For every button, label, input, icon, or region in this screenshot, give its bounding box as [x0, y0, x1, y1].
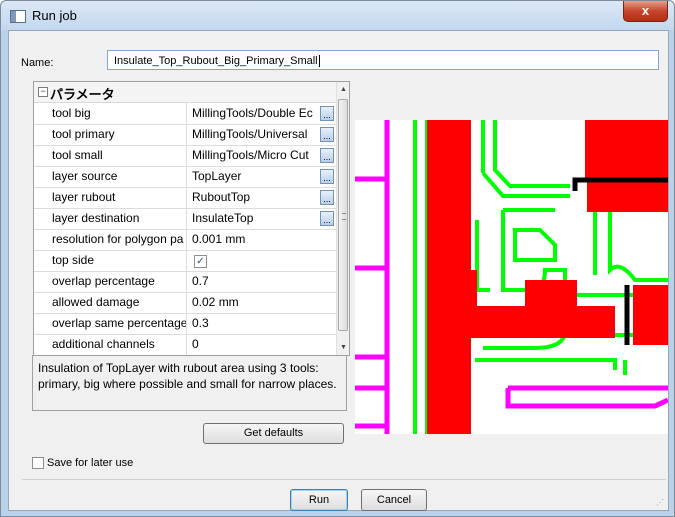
property-name: layer destination	[49, 208, 187, 229]
run-job-dialog: Run job x Name: Insulate_Top_Rubout_Big_…	[0, 0, 675, 517]
property-value-text: InsulateTop	[192, 211, 254, 225]
property-name: tool small	[49, 145, 187, 166]
property-value-text: 0	[192, 337, 199, 351]
property-value-text: RuboutTop	[192, 190, 251, 204]
property-grid: − パラメータ tool big MillingTools/Double Ec..…	[33, 81, 350, 356]
property-value-text: 0.001 mm	[192, 232, 246, 246]
scrollbar-thumb[interactable]	[338, 99, 348, 331]
property-row[interactable]: allowed damage 0.02 mm	[34, 292, 336, 314]
separator	[22, 479, 666, 480]
layer-preview	[355, 120, 668, 434]
property-value[interactable]: TopLayer...	[188, 166, 336, 187]
property-description: Insulation of TopLayer with rubout area …	[32, 355, 347, 411]
window-title: Run job	[32, 8, 77, 23]
property-group-label: パラメータ	[50, 87, 115, 102]
property-row[interactable]: overlap same percentage 0.3	[34, 313, 336, 335]
property-value-text: TopLayer	[192, 169, 242, 183]
property-row[interactable]: tool primary MillingTools/Universal...	[34, 124, 336, 146]
browse-button[interactable]: ...	[320, 127, 334, 142]
property-value-text: MillingTools/Double Ec	[192, 106, 313, 120]
cancel-button[interactable]: Cancel	[361, 489, 427, 511]
property-value[interactable]: RuboutTop...	[188, 187, 336, 208]
property-name: allowed damage	[49, 292, 187, 313]
property-name: additional channels	[49, 334, 187, 355]
property-grid-scrollbar[interactable]: ▲ ▼	[336, 82, 349, 355]
property-row[interactable]: layer rubout RuboutTop...	[34, 187, 336, 209]
name-label: Name:	[21, 57, 54, 69]
browse-button[interactable]: ...	[320, 106, 334, 121]
property-name: overlap same percentage	[49, 313, 187, 334]
save-for-later-checkbox[interactable]	[32, 457, 44, 469]
property-row[interactable]: layer source TopLayer...	[34, 166, 336, 188]
property-value[interactable]: 0	[188, 334, 336, 355]
property-row[interactable]: resolution for polygon pa 0.001 mm	[34, 229, 336, 251]
property-group-header[interactable]: − パラメータ	[34, 82, 336, 103]
property-value[interactable]: MillingTools/Micro Cut...	[188, 145, 336, 166]
browse-button[interactable]: ...	[320, 190, 334, 205]
property-value[interactable]: InsulateTop...	[188, 208, 336, 229]
name-input[interactable]: Insulate_Top_Rubout_Big_Primary_Small	[107, 50, 659, 70]
property-name: top side	[49, 250, 187, 271]
close-button[interactable]: x	[623, 1, 668, 22]
property-row[interactable]: top side ✓	[34, 250, 336, 272]
property-row[interactable]: tool big MillingTools/Double Ec...	[34, 103, 336, 125]
run-button[interactable]: Run	[290, 489, 348, 511]
top-side-checkbox[interactable]: ✓	[194, 255, 207, 268]
preview-canvas	[355, 120, 668, 434]
property-row[interactable]: overlap percentage 0.7	[34, 271, 336, 293]
property-name: resolution for polygon pa	[49, 229, 187, 250]
property-value-text: 0.7	[192, 274, 209, 288]
property-value-text: MillingTools/Micro Cut	[192, 148, 309, 162]
save-for-later-label: Save for later use	[47, 457, 134, 469]
browse-button[interactable]: ...	[320, 148, 334, 163]
property-value-text: MillingTools/Universal	[192, 127, 308, 141]
property-value[interactable]: 0.3	[188, 313, 336, 334]
dialog-body: Name: Insulate_Top_Rubout_Big_Primary_Sm…	[8, 30, 669, 511]
property-value[interactable]: 0.02 mm	[188, 292, 336, 313]
property-row[interactable]: tool small MillingTools/Micro Cut...	[34, 145, 336, 167]
scroll-down-icon[interactable]: ▼	[339, 343, 348, 352]
property-name: layer source	[49, 166, 187, 187]
title-bar[interactable]: Run job x	[1, 1, 674, 30]
collapse-icon[interactable]: −	[38, 87, 48, 97]
browse-button[interactable]: ...	[320, 211, 334, 226]
property-value[interactable]: 0.001 mm	[188, 229, 336, 250]
get-defaults-button[interactable]: Get defaults	[203, 423, 344, 444]
property-value-text: 0.02 mm	[192, 295, 239, 309]
property-name: tool primary	[49, 124, 187, 145]
property-name: overlap percentage	[49, 271, 187, 292]
name-input-value: Insulate_Top_Rubout_Big_Primary_Small	[114, 55, 318, 67]
window-icon	[10, 10, 26, 23]
property-row[interactable]: additional channels 0	[34, 334, 336, 355]
property-value[interactable]: ✓	[188, 250, 336, 271]
property-value[interactable]: MillingTools/Double Ec...	[188, 103, 336, 124]
property-row[interactable]: layer destination InsulateTop...	[34, 208, 336, 230]
resize-grip-icon[interactable]: ⋰	[656, 498, 666, 508]
property-value[interactable]: 0.7	[188, 271, 336, 292]
property-name: layer rubout	[49, 187, 187, 208]
property-name: tool big	[49, 103, 187, 124]
grip-icon	[342, 213, 346, 220]
browse-button[interactable]: ...	[320, 169, 334, 184]
scroll-up-icon[interactable]: ▲	[339, 85, 348, 94]
property-value-text: 0.3	[192, 316, 209, 330]
text-caret	[318, 55, 320, 68]
property-value[interactable]: MillingTools/Universal...	[188, 124, 336, 145]
